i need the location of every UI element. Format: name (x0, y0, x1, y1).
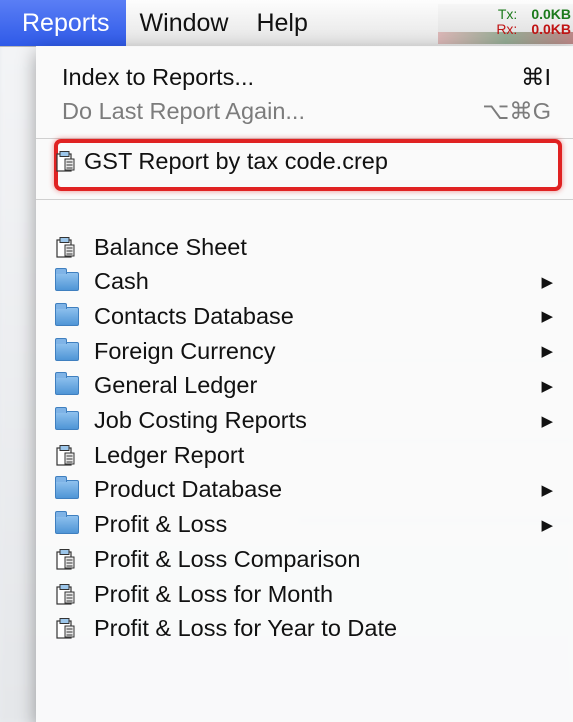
menu-item-foreign-currency[interactable]: Foreign Currency ▶ (36, 334, 573, 368)
shortcut-label: ⌘I (520, 64, 551, 90)
report-document-icon (56, 236, 75, 258)
menu-item-label: Contacts Database (94, 302, 294, 329)
menu-item-profit-and-loss-comparison[interactable]: Profit & Loss Comparison (36, 542, 573, 576)
menu-bar: Reports Window Help Tx: 0.0KB Rx: 0.0KB (0, 0, 573, 47)
menu-item-label: General Ledger (94, 372, 258, 399)
menu-item-profit-and-loss-for-year-to-date[interactable]: Profit & Loss for Year to Date (36, 612, 573, 646)
folder-icon (55, 302, 79, 326)
menu-item-label: Cash (94, 268, 149, 295)
rx-label: Rx: (496, 21, 518, 37)
shortcut-label: ⌥⌘G (482, 98, 551, 124)
menu-item-contacts-database[interactable]: Contacts Database ▶ (36, 299, 573, 333)
tx-readout: Tx: 0.0KB (498, 7, 571, 22)
submenu-arrow-icon: ▶ (541, 481, 553, 499)
rx-readout: Rx: 0.0KB (496, 22, 571, 37)
submenu-arrow-icon: ▶ (541, 412, 553, 430)
menu-item-label: Profit & Loss Comparison (94, 545, 361, 572)
submenu-arrow-icon: ▶ (541, 377, 553, 395)
menu-item-label: Profit & Loss for Year to Date (94, 615, 398, 642)
submenu-arrow-icon: ▶ (541, 343, 553, 361)
menu-item-label: Product Database (94, 476, 283, 503)
menu-item-label: Do Last Report Again... (62, 97, 305, 124)
menu-item-label: Balance Sheet (94, 233, 247, 260)
menu-item-gst-report[interactable]: GST Report by tax code.crep (36, 144, 573, 178)
reports-dropdown-menu: Index to Reports... ⌘I Do Last Report Ag… (36, 46, 573, 722)
report-document-icon (56, 444, 75, 466)
tx-label: Tx: (497, 6, 518, 22)
folder-icon (55, 372, 79, 396)
menu-separator (36, 199, 573, 200)
folder-icon (55, 476, 79, 500)
folder-icon (55, 511, 79, 535)
menu-item-label: Index to Reports... (62, 63, 255, 90)
menu-item-label: Profit & Loss (94, 511, 228, 538)
menu-item-do-last-report: Do Last Report Again... ⌥⌘G (36, 94, 573, 128)
submenu-arrow-icon: ▶ (541, 308, 553, 326)
menu-help[interactable]: Help (242, 0, 321, 46)
submenu-arrow-icon: ▶ (541, 516, 553, 534)
menu-item-ledger-report[interactable]: Ledger Report (36, 438, 573, 472)
report-document-icon (56, 618, 75, 639)
folder-icon (55, 268, 79, 292)
menu-item-profit-and-loss[interactable]: Profit & Loss ▶ (36, 508, 573, 542)
folder-icon (55, 407, 79, 430)
menu-item-profit-and-loss-for-month[interactable]: Profit & Loss for Month (36, 577, 573, 611)
report-document-icon (56, 150, 75, 172)
menu-item-label: Foreign Currency (94, 337, 276, 364)
menu-item-product-database[interactable]: Product Database ▶ (36, 473, 573, 507)
menu-item-balance-sheet[interactable]: Balance Sheet (36, 230, 573, 264)
menu-item-label: GST Report by tax code.crep (84, 147, 388, 174)
report-document-icon (56, 583, 75, 605)
rx-value: 0.0KB (531, 21, 571, 37)
menu-item-label: Profit & Loss for Month (94, 580, 334, 607)
folder-icon (55, 337, 79, 361)
submenu-arrow-icon: ▶ (541, 273, 553, 291)
menu-item-index-to-reports[interactable]: Index to Reports... ⌘I (36, 60, 573, 94)
menu-window[interactable]: Window (126, 0, 243, 46)
menu-item-label: Ledger Report (94, 441, 245, 468)
menu-item-cash[interactable]: Cash ▶ (36, 265, 573, 299)
report-document-icon (56, 548, 75, 570)
network-monitor: Tx: 0.0KB Rx: 0.0KB (438, 4, 573, 44)
menu-item-label: Job Costing Reports (94, 407, 307, 433)
menu-reports[interactable]: Reports (0, 0, 126, 46)
menu-item-general-ledger[interactable]: General Ledger ▶ (36, 369, 573, 403)
menu-item-job-costing-reports[interactable]: Job Costing Reports ▶ (36, 404, 573, 438)
tx-value: 0.0KB (531, 6, 571, 22)
